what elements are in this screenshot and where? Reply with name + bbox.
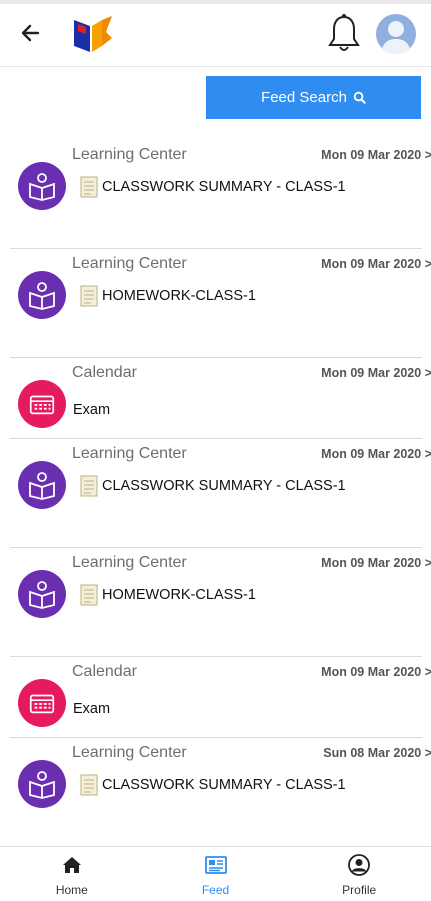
feed-item-category: Learning Center	[72, 744, 187, 761]
learning-center-icon	[18, 760, 66, 808]
feed-item-title: HOMEWORK-CLASS-1	[102, 587, 256, 603]
feed-item-title: HOMEWORK-CLASS-1	[102, 288, 256, 304]
feed-item-category: Learning Center	[72, 255, 187, 272]
feed-item-category: Learning Center	[72, 146, 187, 163]
feed-item[interactable]: Learning Center Sun 08 Mar 2020 > CLASSW…	[10, 738, 431, 847]
nav-home-label: Home	[55, 883, 88, 897]
avatar-icon	[381, 21, 411, 54]
nav-feed[interactable]: Feed	[144, 847, 288, 901]
feed-search-button[interactable]: Feed Search	[206, 76, 421, 119]
feed-item-category: Calendar	[72, 364, 137, 381]
feed-item-date: Mon 09 Mar 2020 >	[321, 148, 431, 162]
feed-icon	[204, 856, 227, 874]
document-icon	[80, 774, 98, 796]
home-icon	[62, 857, 81, 873]
nav-profile[interactable]: Profile	[287, 847, 431, 901]
feed-item[interactable]: Learning Center Mon 09 Mar 2020 > CLASSW…	[10, 140, 431, 249]
feed-item-date: Mon 09 Mar 2020 >	[321, 257, 431, 271]
feed-item-date: Mon 09 Mar 2020 >	[321, 366, 431, 380]
arrow-left-icon[interactable]	[16, 18, 46, 48]
learning-center-icon	[18, 461, 66, 509]
feed-item-title: Exam	[73, 402, 111, 418]
profile-icon	[348, 854, 371, 876]
learning-center-icon	[18, 570, 66, 618]
feed-item-date: Mon 09 Mar 2020 >	[321, 556, 431, 570]
feed-item-category: Calendar	[72, 663, 137, 680]
nav-profile-label: Profile	[342, 883, 377, 897]
feed-item[interactable]: Learning Center Mon 09 Mar 2020 > CLASSW…	[10, 439, 431, 548]
feed-item-title: CLASSWORK SUMMARY - CLASS-1	[102, 777, 346, 793]
feed-item-date: Sun 08 Mar 2020 >	[323, 746, 431, 760]
calendar-icon	[18, 679, 66, 727]
calendar-icon	[18, 380, 66, 428]
document-icon	[80, 285, 98, 307]
app-header	[0, 4, 431, 67]
feed-search-label: Feed Search	[261, 89, 347, 106]
feed-item-title: CLASSWORK SUMMARY - CLASS-1	[102, 478, 346, 494]
bottom-nav: Home Feed Profile	[0, 846, 431, 901]
feed-item[interactable]: Learning Center Mon 09 Mar 2020 > HOMEWO…	[10, 249, 431, 358]
school-book-logo	[74, 16, 112, 52]
feed-item-category: Learning Center	[72, 445, 187, 462]
feed-item-title: CLASSWORK SUMMARY - CLASS-1	[102, 179, 346, 195]
feed-item-date: Mon 09 Mar 2020 >	[321, 447, 431, 461]
document-icon	[80, 176, 98, 198]
learning-center-icon	[18, 162, 66, 210]
feed-item[interactable]: Calendar Mon 09 Mar 2020 > Exam	[10, 657, 431, 738]
nav-feed-label: Feed	[201, 883, 230, 897]
feed-item[interactable]: Calendar Mon 09 Mar 2020 > Exam	[10, 358, 431, 439]
feed-item-title: Exam	[73, 701, 111, 717]
document-icon	[80, 475, 98, 497]
feed-item-date: Mon 09 Mar 2020 >	[321, 665, 431, 679]
document-icon	[80, 584, 98, 606]
bell-icon[interactable]	[326, 13, 362, 53]
feed-item-category: Learning Center	[72, 554, 187, 571]
learning-center-icon	[18, 271, 66, 319]
feed-item[interactable]: Learning Center Mon 09 Mar 2020 > HOMEWO…	[10, 548, 431, 657]
search-icon	[353, 91, 366, 104]
nav-home[interactable]: Home	[0, 847, 144, 901]
feed-list: Learning Center Mon 09 Mar 2020 > CLASSW…	[0, 140, 431, 847]
avatar[interactable]	[376, 14, 416, 54]
